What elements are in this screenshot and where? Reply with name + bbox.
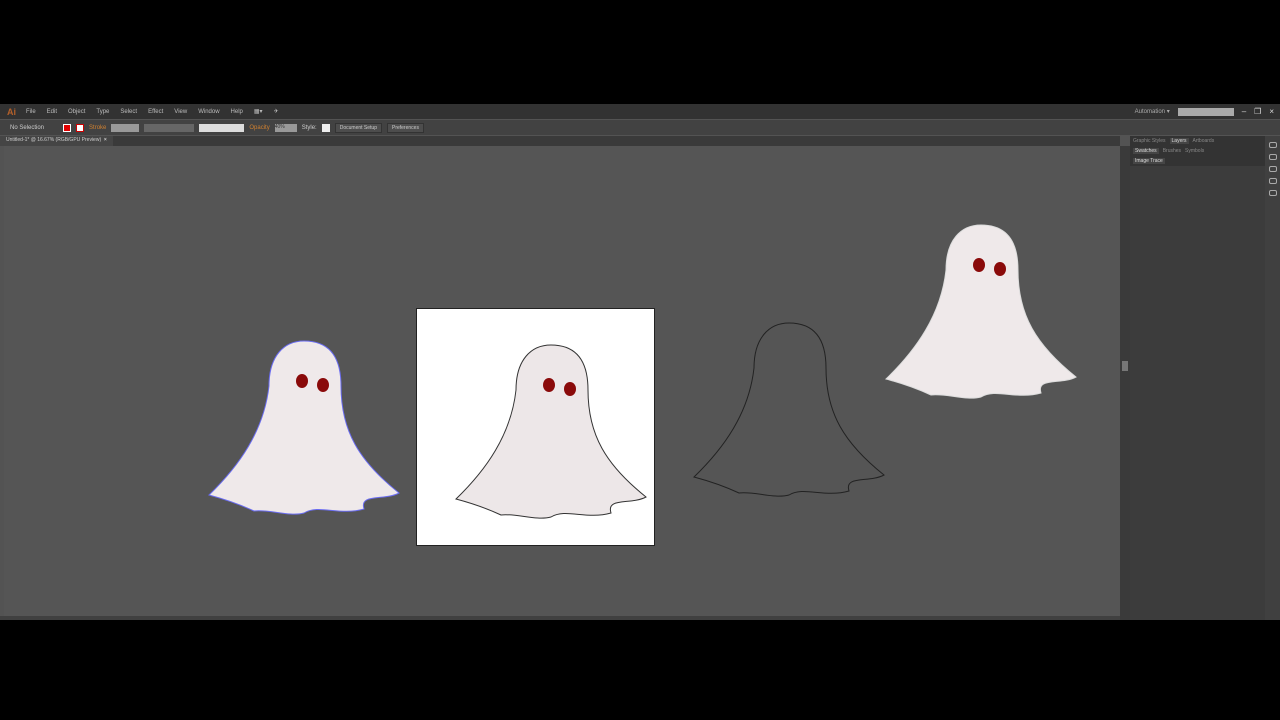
opacity-label[interactable]: Opacity <box>249 125 269 131</box>
menu-view[interactable]: View <box>174 109 187 115</box>
document-tab-bar: Untitled-1* @ 16.67% (RGB/GPU Preview) × <box>0 136 1120 146</box>
close-button[interactable]: × <box>1269 107 1274 116</box>
preferences-button[interactable]: Preferences <box>386 122 424 133</box>
arrange-documents-icon[interactable]: ▦▾ <box>254 108 263 115</box>
menu-type[interactable]: Type <box>96 109 109 115</box>
tab-image-trace[interactable]: Image Trace <box>1133 158 1165 164</box>
document-tab[interactable]: Untitled-1* @ 16.67% (RGB/GPU Preview) × <box>0 136 113 146</box>
status-bar <box>0 616 1120 620</box>
menu-help[interactable]: Help <box>231 109 243 115</box>
style-swatch[interactable] <box>321 123 330 132</box>
menu-file[interactable]: File <box>26 109 36 115</box>
stroke-label[interactable]: Stroke <box>89 125 106 131</box>
style-label: Style: <box>301 124 317 131</box>
fill-swatch[interactable] <box>63 123 72 132</box>
minimize-button[interactable]: – <box>1242 107 1246 116</box>
app-logo: Ai <box>7 106 16 117</box>
tab-symbols[interactable]: Symbols <box>1185 148 1204 154</box>
search-input[interactable] <box>1177 107 1234 116</box>
appearance-icon[interactable] <box>1268 154 1277 160</box>
menu-object[interactable]: Object <box>68 109 85 115</box>
settings-icon[interactable] <box>1268 190 1277 196</box>
ghost-outline[interactable] <box>693 322 886 499</box>
tab-brushes[interactable]: Brushes <box>1163 148 1181 154</box>
vertical-scrollbar[interactable] <box>1120 146 1130 620</box>
selection-label: No Selection <box>10 124 45 131</box>
rocket-icon[interactable]: ✈ <box>274 108 279 115</box>
panel-dock: Graphic Styles Layers Artboards Swatches Br… <box>1130 136 1265 620</box>
stroke-swatch[interactable] <box>76 123 85 132</box>
ghost-on-artboard[interactable] <box>455 344 648 521</box>
menu-effect[interactable]: Effect <box>148 109 163 115</box>
document-setup-button[interactable]: Document Setup <box>334 122 382 133</box>
brush-definition[interactable] <box>199 123 245 132</box>
tab-artboards[interactable]: Artboards <box>1193 138 1215 144</box>
document-icon[interactable] <box>1268 166 1277 172</box>
variable-width-field[interactable] <box>144 123 195 132</box>
links-icon[interactable] <box>1268 142 1277 148</box>
ghost-large[interactable] <box>885 224 1078 401</box>
menu-window[interactable]: Window <box>198 109 219 115</box>
workspace-switcher[interactable]: Automation ▾ <box>1135 108 1170 115</box>
menu-edit[interactable]: Edit <box>47 109 57 115</box>
tab-layers[interactable]: Layers <box>1169 138 1189 144</box>
menu-select[interactable]: Select <box>120 109 137 115</box>
restore-button[interactable]: ❐ <box>1254 107 1261 116</box>
tab-close-button[interactable]: × <box>104 137 107 143</box>
window-controls: Automation ▾ – ❐ × <box>1135 104 1280 119</box>
control-bar: No Selection Stroke Opacity 40% Style: D… <box>0 120 1280 135</box>
menu-bar: Ai File Edit Object Type Select Effect V… <box>0 104 1280 119</box>
panel-icon-strip <box>1265 136 1280 620</box>
stroke-weight-field[interactable] <box>111 123 140 132</box>
opacity-field[interactable]: 40% <box>274 123 297 132</box>
tab-graphic-styles[interactable]: Graphic Styles <box>1133 138 1166 144</box>
document-tab-title: Untitled-1* @ 16.67% (RGB/GPU Preview) <box>6 137 102 143</box>
brush-icon[interactable] <box>1268 178 1277 184</box>
ghost-selected[interactable] <box>208 340 401 517</box>
tab-swatches[interactable]: Swatches <box>1133 148 1159 154</box>
